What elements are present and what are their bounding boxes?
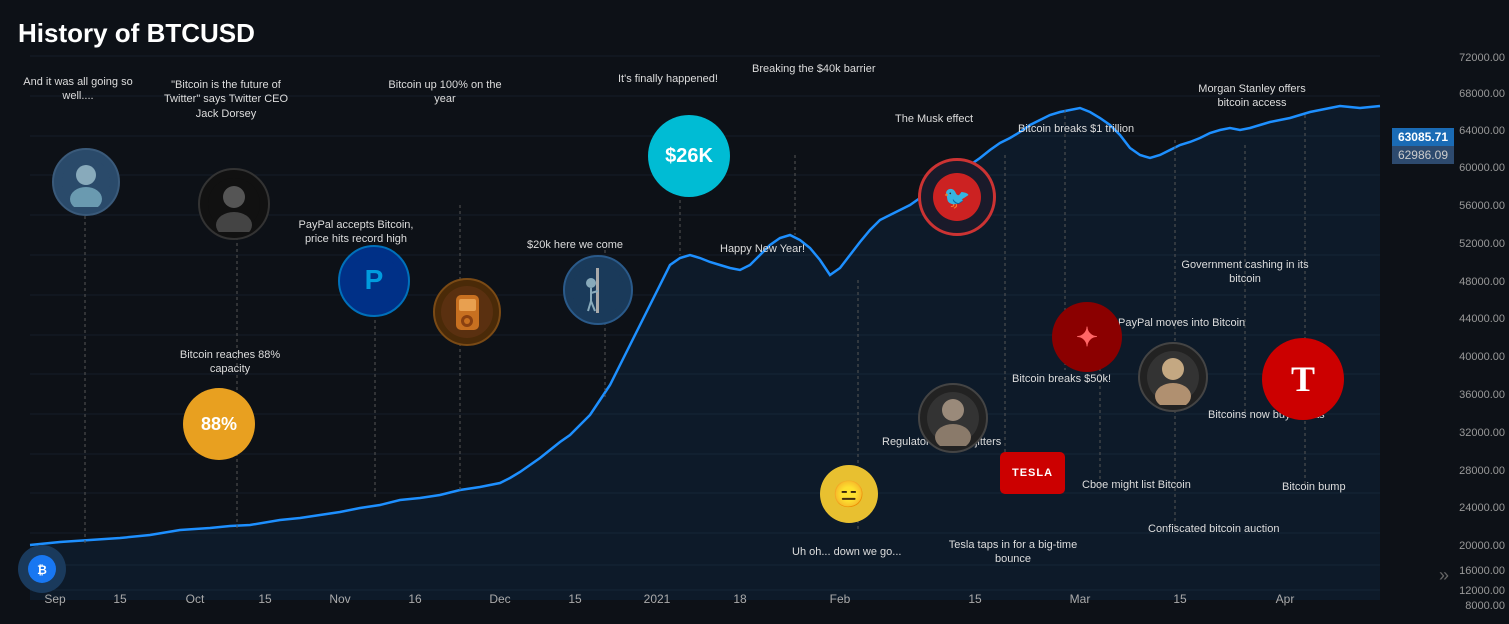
y-label-72k: 72000.00 [1459, 52, 1505, 64]
jukebox-icon [433, 278, 501, 346]
26k-price-bubble: $26K [648, 115, 730, 197]
y-label-20k: 20000.00 [1459, 540, 1505, 552]
twitter-musk-icon: 🐦 [918, 158, 996, 236]
y-label-8k: 8000.00 [1465, 600, 1505, 612]
annotation-tesla-taps: Tesla taps in for a big-time bounce [948, 538, 1078, 567]
y-label-48k: 48000.00 [1459, 276, 1505, 288]
y-label-60k: 60000.00 [1459, 162, 1505, 174]
price-badge: 63085.71 62986.09 [1392, 128, 1454, 164]
annotation-dorsey: "Bitcoin is the future of Twitter" says … [162, 78, 290, 121]
annotation-cboe: Cboe might list Bitcoin [1082, 478, 1191, 492]
y-label-16k: 16000.00 [1459, 565, 1505, 577]
x-label-sep: Sep [44, 592, 65, 606]
annotation-bitcoin-bump: Bitcoin bump [1282, 480, 1346, 494]
x-label-16: 16 [408, 592, 421, 606]
spark-icon: ✦ [1052, 302, 1122, 372]
capacity-88-icon: 88% [183, 388, 255, 460]
x-label-nov: Nov [329, 592, 350, 606]
y-label-36k: 36000.00 [1459, 389, 1505, 401]
annotation-finally: It's finally happened! [618, 72, 718, 86]
x-label-oct: Oct [186, 592, 205, 606]
annotation-paypal-moves: PayPal moves into Bitcoin [1118, 316, 1245, 330]
sad-emoji-icon: 😑 [820, 465, 878, 523]
y-label-44k: 44000.00 [1459, 313, 1505, 325]
avatar-regulator [918, 383, 988, 453]
avatar-dorsey [198, 168, 270, 240]
x-label-15b: 15 [258, 592, 271, 606]
avatar-sep [52, 148, 120, 216]
svg-text:T: T [1291, 359, 1315, 399]
climber-icon [563, 255, 633, 325]
annotation-morgan-stanley: Morgan Stanley offers bitcoin access [1182, 82, 1322, 111]
y-label-40k: 40000.00 [1459, 351, 1505, 363]
x-label-18: 18 [733, 592, 746, 606]
annotation-20k: $20k here we come [527, 238, 623, 252]
svg-text:₿: ₿ [37, 563, 47, 577]
annotation-happy-new-year: Happy New Year! [720, 242, 805, 256]
annotation-all-going-well: And it was all going so well.... [18, 75, 138, 104]
annotation-up100: Bitcoin up 100% on the year [385, 78, 505, 107]
annotation-1trillion: Bitcoin breaks $1 trillion [1018, 122, 1134, 136]
annotation-down-we-go: Uh oh... down we go... [792, 545, 901, 559]
svg-text:P: P [364, 264, 383, 295]
annotation-musk-effect: The Musk effect [895, 112, 973, 126]
avatar-person3 [1138, 342, 1208, 412]
x-label-2021: 2021 [644, 592, 671, 606]
annotation-paypal-accepts: PayPal accepts Bitcoin, price hits recor… [286, 218, 426, 247]
x-label-15d: 15 [968, 592, 981, 606]
tesla-logo-icon: T [1262, 338, 1344, 420]
price-secondary: 62986.09 [1392, 146, 1454, 164]
x-label-mar: Mar [1070, 592, 1091, 606]
x-label-dec: Dec [489, 592, 510, 606]
y-label-68k: 68000.00 [1459, 88, 1505, 100]
btcusd-logo-icon: ₿ [18, 545, 66, 593]
y-label-52k: 52000.00 [1459, 238, 1505, 250]
price-current: 63085.71 [1392, 128, 1454, 146]
tesla-text-icon: TESLA [1000, 452, 1065, 494]
x-label-apr: Apr [1276, 592, 1295, 606]
annotation-88capacity: Bitcoin reaches 88% capacity [165, 348, 295, 377]
paypal-icon: P [338, 245, 410, 317]
chart-container: History of BTCUSD [0, 0, 1509, 624]
y-label-24k: 24000.00 [1459, 502, 1505, 514]
x-label-15e: 15 [1173, 592, 1186, 606]
next-chevron-icon[interactable]: » [1439, 565, 1449, 586]
x-label-feb: Feb [830, 592, 851, 606]
svg-text:🐦: 🐦 [943, 185, 970, 210]
annotation-confiscated: Confiscated bitcoin auction [1148, 522, 1279, 536]
y-label-64k: 64000.00 [1459, 125, 1505, 137]
x-label-15c: 15 [568, 592, 581, 606]
annotation-gov-cashing: Government cashing in its bitcoin [1180, 258, 1310, 287]
annotation-40k: Breaking the $40k barrier [752, 62, 876, 76]
annotation-50k: Bitcoin breaks $50k! [1012, 372, 1111, 386]
y-label-28k: 28000.00 [1459, 465, 1505, 477]
x-label-15a: 15 [113, 592, 126, 606]
y-label-32k: 32000.00 [1459, 427, 1505, 439]
y-label-56k: 56000.00 [1459, 200, 1505, 212]
y-label-12k: 12000.00 [1459, 585, 1505, 597]
